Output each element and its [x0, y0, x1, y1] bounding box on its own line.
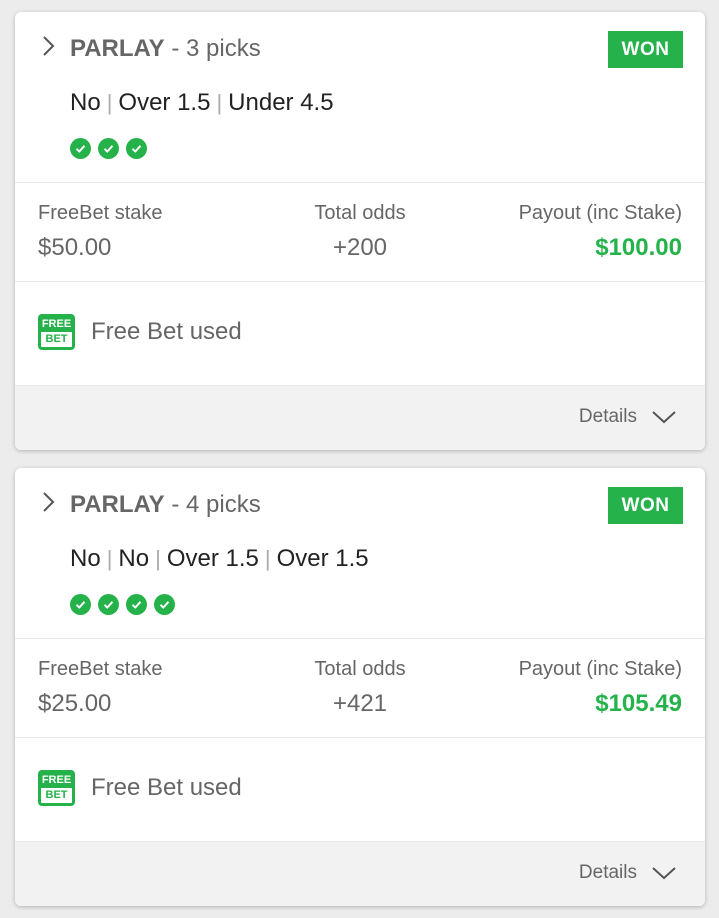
separator: |	[155, 546, 161, 571]
bet-card-header[interactable]: PARLAY - 4 picks WON No | No | Over 1.5 | Over…	[15, 468, 705, 638]
bet-card-header[interactable]: PARLAY - 3 picks WON No | Over 1.5 | Under 4…	[15, 12, 705, 182]
selections-list: No | No | Over 1.5 | Over 1.5	[70, 544, 369, 574]
chevron-right-icon[interactable]	[39, 34, 57, 58]
selection: No	[118, 545, 150, 572]
separator: |	[106, 546, 113, 571]
chevron-down-icon[interactable]	[651, 865, 677, 881]
freebet-row: FREE BET Free Bet used	[15, 282, 705, 385]
selection: No	[70, 89, 101, 116]
payout-value: $100.00	[595, 234, 682, 261]
payout-label: Payout (inc Stake)	[518, 202, 682, 224]
selection: Over 1.5	[166, 545, 259, 572]
leg-results	[70, 138, 147, 160]
bet-type: PARLAY	[70, 491, 165, 518]
check-circle-icon	[154, 594, 175, 615]
details-label[interactable]: Details	[579, 404, 637, 430]
check-circle-icon	[70, 138, 91, 159]
selection: Over 1.5	[118, 89, 211, 116]
details-label[interactable]: Details	[579, 860, 637, 886]
leg-results	[70, 594, 175, 616]
free-bet-icon: FREE BET	[38, 770, 75, 806]
check-circle-icon	[98, 594, 119, 615]
odds-label: Total odds	[314, 658, 406, 680]
stake-value: $25.00	[38, 690, 112, 717]
selection: Over 1.5	[276, 545, 369, 572]
bet-card: PARLAY - 4 picks WON No | No | Over 1.5 | Over…	[15, 468, 705, 906]
separator: |	[106, 90, 113, 115]
bet-card: PARLAY - 3 picks WON No | Over 1.5 | Under 4…	[15, 12, 705, 450]
selection: Under 4.5	[228, 89, 334, 116]
odds-value: +421	[332, 690, 388, 717]
payout-label: Payout (inc Stake)	[518, 658, 682, 680]
free-bet-icon: FREE BET	[38, 314, 75, 350]
freebet-text: Free Bet used	[91, 774, 242, 801]
check-circle-icon	[126, 138, 147, 159]
details-toggle[interactable]: Details	[579, 404, 677, 430]
bet-stats: FreeBet stake $50.00 Total odds +200 Pay…	[15, 183, 705, 281]
stake-label: FreeBet stake	[38, 202, 163, 224]
picks-count: - 3 picks	[171, 35, 261, 62]
bet-stats: FreeBet stake $25.00 Total odds +421 Pay…	[15, 639, 705, 737]
bet-title: PARLAY - 4 picks	[70, 490, 261, 520]
check-circle-icon	[70, 594, 91, 615]
selections-list: No | Over 1.5 | Under 4.5	[70, 88, 334, 118]
odds-label: Total odds	[314, 202, 406, 224]
status-badge: WON	[608, 487, 683, 524]
picks-count: - 4 picks	[171, 491, 261, 518]
check-circle-icon	[98, 138, 119, 159]
chevron-down-icon[interactable]	[651, 409, 677, 425]
chevron-right-icon[interactable]	[39, 490, 57, 514]
bet-title: PARLAY - 3 picks	[70, 34, 261, 64]
stake-label: FreeBet stake	[38, 658, 163, 680]
freebet-row: FREE BET Free Bet used	[15, 738, 705, 841]
details-toggle[interactable]: Details	[579, 860, 677, 886]
separator: |	[216, 90, 223, 115]
card-footer: Details	[15, 841, 705, 906]
payout-value: $105.49	[595, 690, 682, 717]
stake-value: $50.00	[38, 234, 112, 261]
bet-type: PARLAY	[70, 35, 165, 62]
freebet-text: Free Bet used	[91, 318, 242, 345]
card-footer: Details	[15, 385, 705, 450]
status-badge: WON	[608, 31, 683, 68]
separator: |	[264, 546, 271, 571]
odds-value: +200	[332, 234, 388, 261]
selection: No	[70, 545, 101, 572]
check-circle-icon	[126, 594, 147, 615]
